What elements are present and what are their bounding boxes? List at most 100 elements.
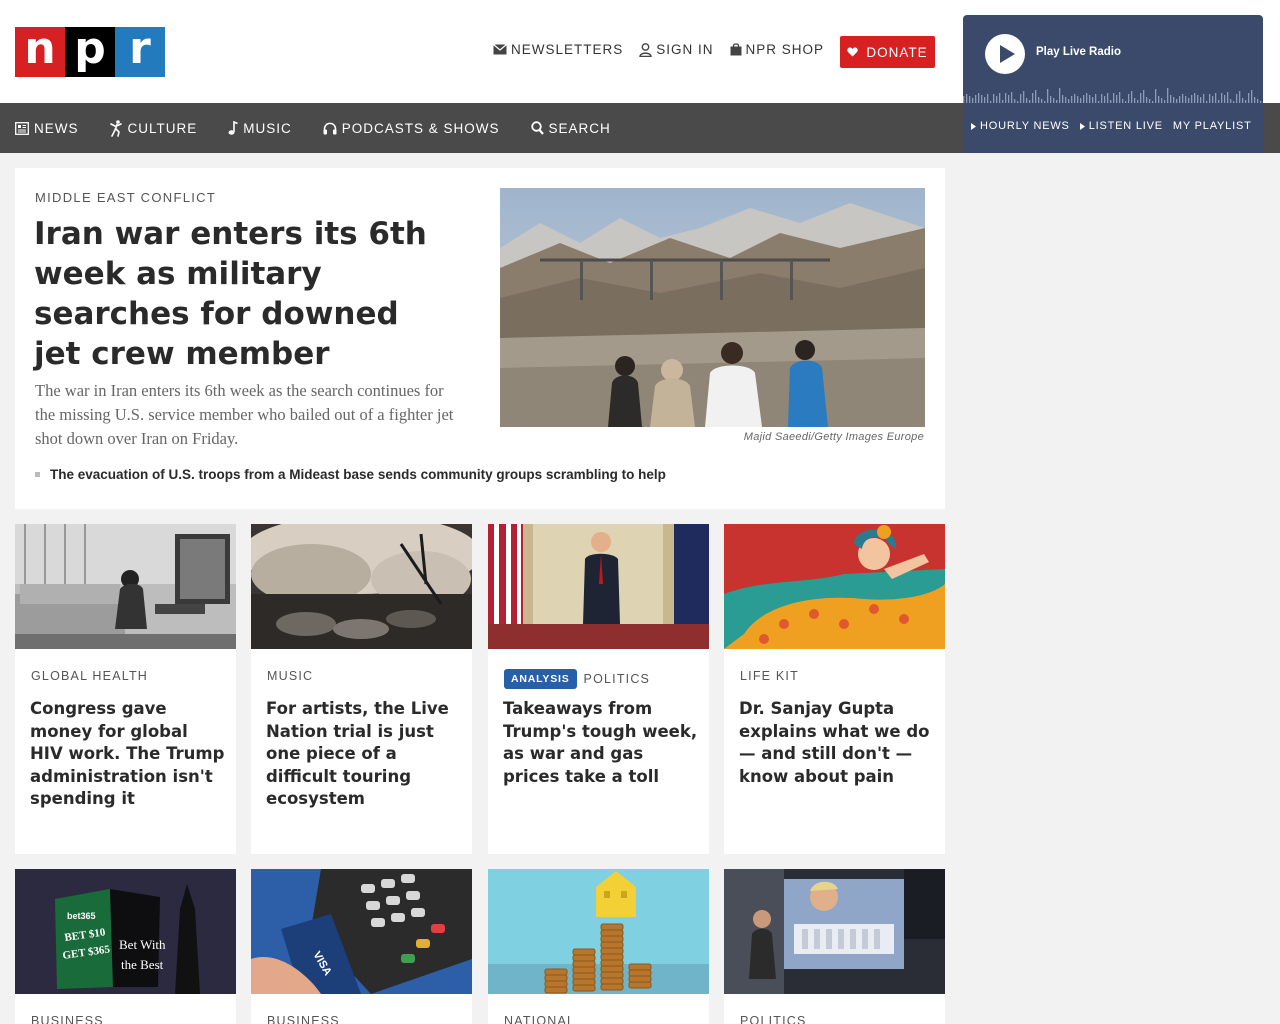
lead-story: MIDDLE EAST CONFLICT Iran war enters its… [15,168,945,509]
newsletters-link[interactable]: NEWSLETTERS [493,42,623,57]
sports-betting-billboard-photo: bet365 BET $10 GET $365 Bet With the Bes… [15,869,236,994]
story-image[interactable] [15,524,236,649]
lead-story-headline[interactable]: Iran war enters its 6th week as military… [34,214,454,374]
nav-music-label: MUSIC [243,120,292,136]
nav-item-podcasts[interactable]: PODCASTS & SHOWS [323,121,500,136]
story-slug[interactable]: BUSINESS [267,1014,340,1024]
audio-waveform-graphic [963,88,1262,103]
story-image[interactable] [488,869,709,994]
story-slug[interactable]: MUSIC [267,669,313,683]
story-image[interactable]: bet365 BET $10 GET $365 Bet With the Bes… [15,869,236,994]
culture-icon [109,119,122,137]
story-slug[interactable]: GLOBAL HEALTH [31,669,148,683]
heart-icon [847,47,859,57]
nav-podcasts-label: PODCASTS & SHOWS [341,120,500,136]
lead-story-slug[interactable]: MIDDLE EAST CONFLICT [35,190,216,205]
story-slug[interactable]: LIFE KIT [740,669,799,683]
story-slug-row: GLOBAL HEALTH [31,669,148,683]
story-slug-row: LIFE KIT [740,669,799,683]
nav-item-news[interactable]: NEWS [15,121,79,136]
nav-item-search[interactable]: SEARCH [530,120,611,136]
billboard-text: the Best [121,957,164,972]
living-room-photo [15,524,236,649]
nav-item-culture[interactable]: CULTURE [109,119,198,137]
npr-shop-link[interactable]: NPR SHOP [730,42,825,57]
lead-image-mountains-people [500,188,925,427]
newsletters-label: NEWSLETTERS [511,42,624,57]
story-slug[interactable]: BUSINESS [31,1014,104,1024]
story-slug-row: ANALYSIS POLITICS [504,669,650,689]
story-card[interactable]: VISA BUSINESS [251,869,472,1024]
hourly-news-label: HOURLY NEWS [980,120,1070,132]
play-icon[interactable] [985,34,1025,74]
lead-image-credit: Majid Saeedi/Getty Images Europe [743,431,924,443]
story-slug-row: NATIONAL [504,1014,575,1024]
analysis-badge: ANALYSIS [504,669,577,689]
listen-live-link[interactable]: LISTEN LIVE [1079,120,1163,132]
sign-in-label: SIGN IN [656,42,714,57]
story-card[interactable]: MUSIC For artists, the Live Nation trial… [251,524,472,854]
story-headline[interactable]: Takeaways from Trump's tough week, as wa… [503,698,698,788]
search-icon [530,121,544,135]
story-image[interactable] [724,524,945,649]
npr-shop-label: NPR SHOP [745,42,825,57]
my-playlist-link[interactable]: MY PLAYLIST [1173,120,1252,132]
story-slug[interactable]: POLITICS [584,672,651,686]
utility-nav: NEWSLETTERS SIGN IN NPR SHOP [493,42,824,57]
story-slug-row: POLITICS [740,1014,807,1024]
listen-live-label: LISTEN LIVE [1088,120,1163,132]
story-card[interactable]: bet365 BET $10 GET $365 Bet With the Bes… [15,869,236,1024]
story-card[interactable]: GLOBAL HEALTH Congress gave money for gl… [15,524,236,854]
billboard-text: Bet With [119,937,166,952]
coins-house-photo [488,869,709,994]
play-live-radio-label[interactable]: Play Live Radio [1036,46,1121,58]
story-slug[interactable]: POLITICS [740,1014,807,1024]
story-slug[interactable]: NATIONAL [504,1014,575,1024]
live-radio-player: Play Live Radio HOURLY NEWS LISTEN LIVE … [963,15,1263,153]
play-small-icon [1079,122,1085,130]
story-slug-row: BUSINESS [31,1014,104,1024]
nav-search-label: SEARCH [548,120,611,136]
hourly-news-link[interactable]: HOURLY NEWS [971,120,1070,132]
story-card[interactable]: LIFE KIT Dr. Sanjay Gupta explains what … [724,524,945,854]
card-payment-terminal-photo: VISA [251,869,472,994]
envelope-icon [493,44,507,55]
headphones-icon [323,122,337,134]
bullet [35,472,40,477]
news-icon [15,121,29,135]
billboard-text: bet365 [67,911,96,921]
white-house-podium-photo [488,524,709,649]
sign-in-link[interactable]: SIGN IN [639,42,713,57]
story-slug-row: MUSIC [267,669,313,683]
related-story-label: The evacuation of U.S. troops from a Mid… [50,467,666,482]
story-image[interactable] [251,524,472,649]
logo-letter-p: p [65,27,115,77]
user-icon [639,42,652,57]
story-image[interactable] [724,869,945,994]
player-links: HOURLY NEWS LISTEN LIVE MY PLAYLIST [971,120,1252,132]
nav-news-label: NEWS [34,120,79,136]
shopping-bag-icon [730,43,742,56]
story-headline[interactable]: Congress gave money for global HIV work.… [30,698,225,811]
music-note-icon [228,121,239,135]
story-card[interactable]: POLITICS [724,869,945,1024]
story-image[interactable]: VISA [251,869,472,994]
trading-floor-screens-photo [724,869,945,994]
story-card[interactable]: NATIONAL [488,869,709,1024]
story-headline[interactable]: For artists, the Live Nation trial is ju… [266,698,461,811]
lead-story-image[interactable] [500,188,925,427]
story-slug-row: BUSINESS [267,1014,340,1024]
story-image[interactable] [488,524,709,649]
story-card[interactable]: ANALYSIS POLITICS Takeaways from Trump's… [488,524,709,854]
related-story-link[interactable]: The evacuation of U.S. troops from a Mid… [35,467,666,482]
lead-story-teaser: The war in Iran enters its 6th week as t… [35,381,454,448]
concert-drums-photo [251,524,472,649]
story-headline[interactable]: Dr. Sanjay Gupta explains what we do — a… [739,698,934,788]
logo-letter-r: r [115,27,165,77]
play-small-icon [971,122,976,130]
npr-logo[interactable]: n p r [15,27,165,77]
nav-item-music[interactable]: MUSIC [228,121,292,136]
my-playlist-label: MY PLAYLIST [1172,120,1252,132]
donate-button[interactable]: DONATE [840,36,935,68]
logo-letter-n: n [15,27,65,77]
